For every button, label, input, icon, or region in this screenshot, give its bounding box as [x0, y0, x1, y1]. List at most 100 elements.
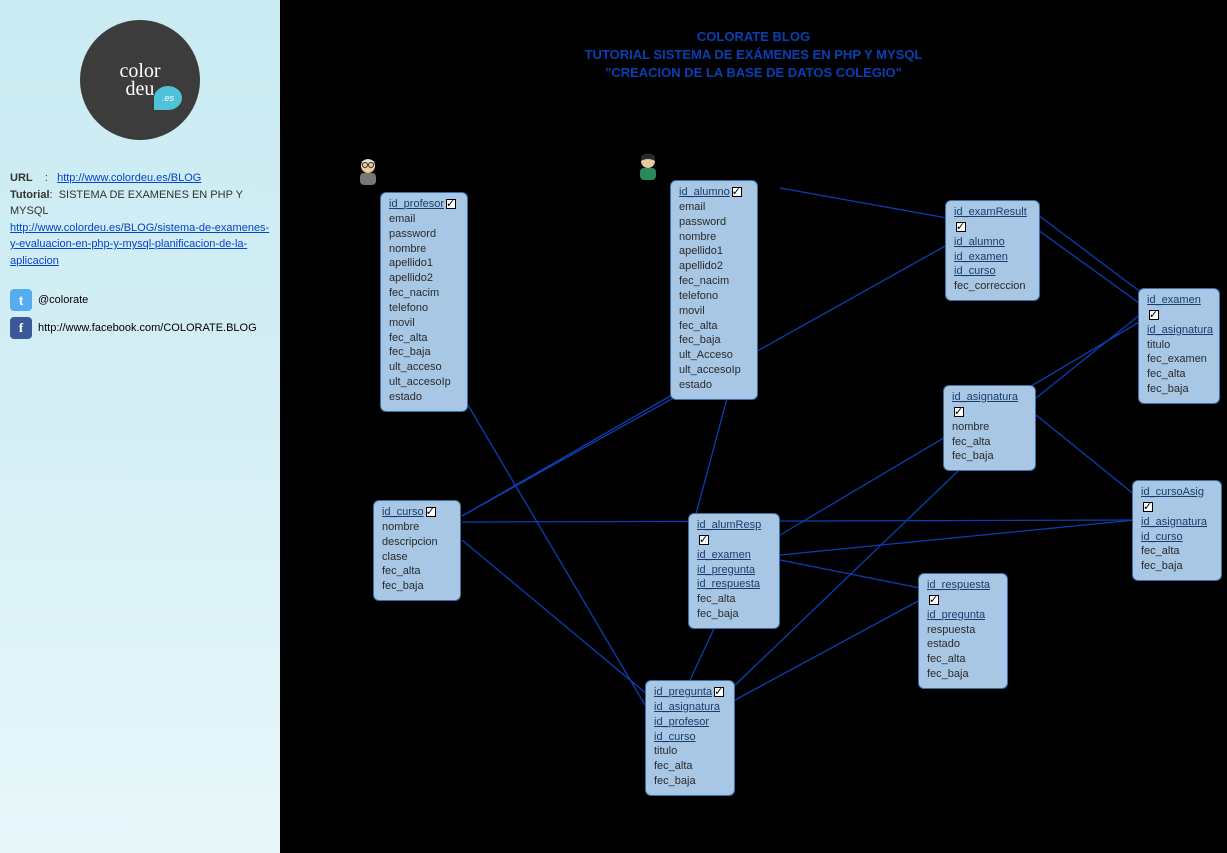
field: nombre: [679, 230, 749, 245]
logo-bubble: .es: [154, 86, 182, 110]
facebook-icon[interactable]: f: [10, 317, 32, 339]
fk: id_pregunta: [927, 609, 985, 621]
field: fec_baja: [1141, 559, 1213, 574]
field: fec_baja: [927, 667, 999, 682]
entity-pregunta[interactable]: id_pregunta id_asignatura id_profesor id…: [645, 680, 735, 796]
field: fec_alta: [697, 592, 771, 607]
entity-examen[interactable]: id_examen id_asignatura titulo fec_exame…: [1138, 288, 1220, 404]
pk: id_asignatura: [952, 391, 1018, 403]
field: email: [679, 200, 749, 215]
logo: color deu .es: [80, 20, 200, 140]
url-label: URL: [10, 172, 33, 184]
field: fec_baja: [654, 774, 726, 789]
tutorial-sep: :: [50, 189, 53, 201]
field: titulo: [654, 744, 726, 759]
entity-asignatura[interactable]: id_asignatura nombre fec_alta fec_baja: [943, 385, 1036, 471]
field: fec_alta: [654, 759, 726, 774]
field: movil: [679, 304, 749, 319]
entity-alumno[interactable]: id_alumno email password nombre apellido…: [670, 180, 758, 400]
facebook-link: http://www.facebook.com/COLORATE.BLOG: [38, 322, 257, 334]
fk: id_curso: [954, 265, 996, 277]
entity-alumresp[interactable]: id_alumResp id_examen id_pregunta id_res…: [688, 513, 780, 629]
field: apellido1: [389, 256, 459, 271]
field: clase: [382, 550, 452, 565]
field: email: [389, 212, 459, 227]
field: password: [679, 215, 749, 230]
field: ult_Acceso: [679, 348, 749, 363]
entity-curso[interactable]: id_curso nombre descripcion clase fec_al…: [373, 500, 461, 601]
field: estado: [389, 390, 459, 405]
pk: id_profesor: [389, 198, 444, 210]
pk: id_respuesta: [927, 579, 990, 591]
field: password: [389, 227, 459, 242]
fk: id_asignatura: [1147, 324, 1213, 336]
field: fec_baja: [389, 345, 459, 360]
tutorial-label: Tutorial: [10, 189, 50, 201]
key-check-icon: [956, 222, 966, 232]
field: fec_correccion: [954, 279, 1031, 294]
key-check-icon: [446, 199, 456, 209]
facebook-row: f http://www.facebook.com/COLORATE.BLOG: [10, 317, 270, 339]
fk: id_examen: [954, 251, 1008, 263]
field: nombre: [389, 242, 459, 257]
field: ult_acceso: [389, 360, 459, 375]
field: fec_examen: [1147, 352, 1211, 367]
field: ult_accesoIp: [389, 375, 459, 390]
pk: id_curso: [382, 506, 424, 518]
field: estado: [679, 378, 749, 393]
relationship-lines: [280, 0, 1227, 853]
field: telefono: [389, 301, 459, 316]
logo-text-2: deu: [126, 80, 155, 98]
field: nombre: [382, 520, 452, 535]
twitter-handle: @colorate: [38, 294, 88, 306]
sidebar: color deu .es URL : http://www.colordeu.…: [0, 0, 280, 853]
field: fec_nacim: [389, 286, 459, 301]
pk: id_pregunta: [654, 686, 712, 698]
key-check-icon: [954, 407, 964, 417]
tutorial-link[interactable]: http://www.colordeu.es/BLOG/sistema-de-e…: [10, 222, 269, 267]
entity-profesor[interactable]: id_profesor email password nombre apelli…: [380, 192, 468, 412]
entity-cursoasig[interactable]: id_cursoAsig id_asignatura id_curso fec_…: [1132, 480, 1222, 581]
pk: id_examResult: [954, 206, 1027, 218]
url-link[interactable]: http://www.colordeu.es/BLOG: [57, 172, 201, 184]
field: fec_alta: [1147, 367, 1211, 382]
fk: id_asignatura: [1141, 516, 1207, 528]
field: fec_baja: [382, 579, 452, 594]
field: fec_alta: [1141, 544, 1213, 559]
field: estado: [927, 637, 999, 652]
twitter-icon[interactable]: t: [10, 289, 32, 311]
field: fec_baja: [952, 449, 1027, 464]
diagram-canvas: COLORATE BLOG TUTORIAL SISTEMA DE EXÁMEN…: [280, 0, 1227, 853]
field: fec_alta: [927, 652, 999, 667]
field: apellido2: [679, 259, 749, 274]
fk: id_curso: [1141, 531, 1183, 543]
entity-respuesta[interactable]: id_respuesta id_pregunta respuesta estad…: [918, 573, 1008, 689]
key-check-icon: [929, 595, 939, 605]
field: apellido2: [389, 271, 459, 286]
field: fec_baja: [679, 333, 749, 348]
fk: id_respuesta: [697, 578, 760, 590]
key-check-icon: [1149, 310, 1159, 320]
fk: id_asignatura: [654, 701, 720, 713]
field: fec_alta: [952, 435, 1027, 450]
fk: id_curso: [654, 731, 696, 743]
key-check-icon: [1143, 502, 1153, 512]
info-block: URL : http://www.colordeu.es/BLOG Tutori…: [10, 170, 270, 269]
pk: id_alumResp: [697, 519, 761, 531]
social-block: t @colorate f http://www.facebook.com/CO…: [10, 289, 270, 339]
pk: id_examen: [1147, 294, 1201, 306]
fk: id_pregunta: [697, 564, 755, 576]
key-check-icon: [714, 687, 724, 697]
key-check-icon: [426, 507, 436, 517]
professor-avatar-icon: [352, 155, 384, 187]
url-sep: :: [45, 172, 48, 184]
field: fec_baja: [697, 607, 771, 622]
field: nombre: [952, 420, 1027, 435]
field: fec_alta: [679, 319, 749, 334]
entity-examresult[interactable]: id_examResult id_alumno id_examen id_cur…: [945, 200, 1040, 301]
field: movil: [389, 316, 459, 331]
key-check-icon: [732, 187, 742, 197]
fk: id_alumno: [954, 236, 1005, 248]
field: fec_baja: [1147, 382, 1211, 397]
field: fec_alta: [389, 331, 459, 346]
